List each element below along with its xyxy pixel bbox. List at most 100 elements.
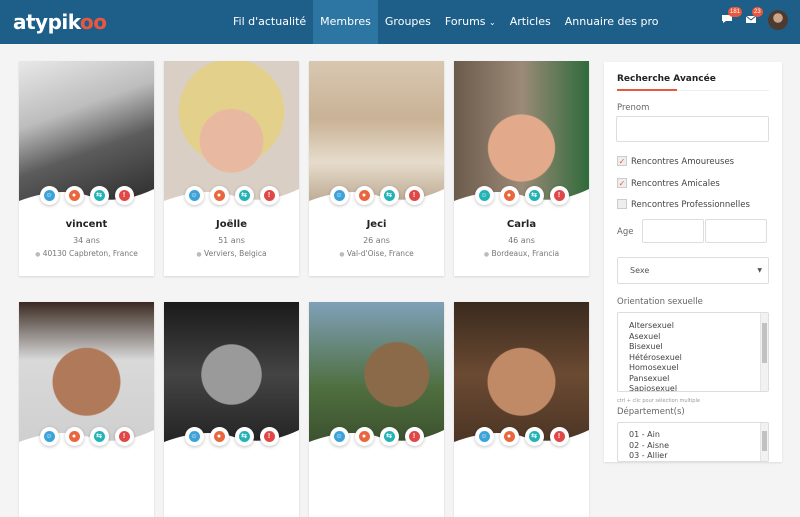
checkbox-amicales[interactable]: ✓ [617, 178, 627, 188]
alert-icon[interactable]: ! [549, 186, 569, 205]
list-option[interactable]: Homosexuel [618, 363, 768, 374]
scrollbar[interactable] [760, 423, 768, 461]
member-age: 34 ans [73, 236, 100, 245]
member-location: ● 40130 Capbreton, France [35, 249, 138, 258]
main-nav: Fil d'actualité Membres Groupes Forums ⌄… [226, 0, 666, 44]
chat-icon[interactable]: ● [354, 186, 374, 205]
prenom-input[interactable] [616, 116, 769, 142]
mail-icon[interactable]: 23 [744, 7, 763, 27]
smile-icon[interactable]: ☺ [184, 427, 204, 446]
departement-label: Département(s) [617, 407, 685, 417]
checkbox-amoureuses[interactable]: ✓ [617, 156, 627, 166]
user-avatar[interactable] [768, 10, 788, 30]
smile-icon[interactable]: ☺ [39, 186, 59, 205]
list-option[interactable]: Sapiosexuel [618, 384, 768, 391]
age-max-input[interactable] [705, 219, 767, 243]
header-icons: 181 23 [720, 7, 788, 30]
chat-icon[interactable]: ● [64, 427, 84, 446]
smile-icon[interactable]: ☺ [184, 186, 204, 205]
swap-icon[interactable]: ⇆ [524, 186, 544, 205]
title-underline [617, 89, 677, 91]
card-actions: ☺ ● ⇆ ! [309, 186, 444, 205]
alert-icon[interactable]: ! [259, 186, 279, 205]
list-option[interactable]: Altersexuel [618, 321, 768, 332]
member-card[interactable]: ☺ ● ⇆ ! Jeci 26 ans ● Val-d'Oise, France [309, 61, 444, 276]
member-age: 26 ans [363, 236, 390, 245]
smile-icon[interactable]: ☺ [474, 186, 494, 205]
chat-icon[interactable]: ● [354, 427, 374, 446]
scrollbar[interactable] [760, 313, 768, 391]
card-actions: ☺ ● ⇆ ! [309, 427, 444, 446]
card-actions: ☺ ● ⇆ ! [454, 427, 589, 446]
swap-icon[interactable]: ⇆ [379, 186, 399, 205]
list-option[interactable]: Asexuel [618, 332, 768, 343]
nav-fil-actualite[interactable]: Fil d'actualité [226, 0, 313, 44]
swap-icon[interactable]: ⇆ [89, 186, 109, 205]
alert-icon[interactable]: ! [114, 427, 134, 446]
swap-icon[interactable]: ⇆ [234, 186, 254, 205]
member-card[interactable]: ☺ ● ⇆ ! [164, 302, 299, 517]
alert-icon[interactable]: ! [549, 427, 569, 446]
alert-icon[interactable]: ! [259, 427, 279, 446]
smile-icon[interactable]: ☺ [329, 427, 349, 446]
nav-membres[interactable]: Membres [313, 0, 378, 44]
member-name[interactable]: Jeci [309, 219, 444, 230]
member-card[interactable]: ☺ ● ⇆ ! [309, 302, 444, 517]
members-grid: ☺ ● ⇆ ! vincent 34 ans ● 40130 Capbreton… [19, 61, 589, 517]
orientation-listbox[interactable]: Altersexuel Asexuel Bisexuel Hétérosexue… [617, 312, 769, 392]
swap-icon[interactable]: ⇆ [89, 427, 109, 446]
advanced-search-panel: Recherche Avancée Prenom ✓ Rencontres Am… [604, 62, 782, 462]
list-option[interactable]: 01 - Ain [618, 430, 768, 441]
member-age: 51 ans [218, 236, 245, 245]
swap-icon[interactable]: ⇆ [234, 427, 254, 446]
swap-icon[interactable]: ⇆ [379, 427, 399, 446]
chat-icon[interactable]: 181 [720, 7, 743, 27]
swap-icon[interactable]: ⇆ [524, 427, 544, 446]
list-option[interactable]: 03 - Allier [618, 451, 768, 461]
messages-badge: 181 [728, 7, 743, 17]
panel-title: Recherche Avancée [617, 74, 716, 84]
member-card[interactable]: ☺ ● ⇆ ! Carla 46 ans ● Bordeaux, Francia [454, 61, 589, 276]
smile-icon[interactable]: ☺ [39, 427, 59, 446]
checkbox-label: Rencontres Amicales [631, 179, 720, 189]
chevron-down-icon: ⌄ [489, 18, 496, 27]
chat-icon[interactable]: ● [209, 186, 229, 205]
member-card[interactable]: ☺ ● ⇆ ! vincent 34 ans ● 40130 Capbreton… [19, 61, 154, 276]
smile-icon[interactable]: ☺ [474, 427, 494, 446]
nav-annuaire[interactable]: Annuaire des pro [558, 0, 666, 44]
nav-articles[interactable]: Articles [503, 0, 558, 44]
member-location: ● Bordeaux, Francia [483, 249, 560, 258]
list-option[interactable]: 02 - Aisne [618, 441, 768, 452]
location-dot-icon: ● [483, 251, 490, 258]
member-name[interactable]: vincent [19, 219, 154, 230]
member-name[interactable]: Carla [454, 219, 589, 230]
chat-icon[interactable]: ● [499, 427, 519, 446]
card-actions: ☺ ● ⇆ ! [454, 186, 589, 205]
chat-icon[interactable]: ● [64, 186, 84, 205]
checkbox-professionnelles[interactable] [617, 199, 627, 209]
chat-icon[interactable]: ● [499, 186, 519, 205]
member-card[interactable]: ☺ ● ⇆ ! Joëlle 51 ans ● Verviers, Belgic… [164, 61, 299, 276]
alert-icon[interactable]: ! [114, 186, 134, 205]
dropdown-arrow-icon: ▼ [757, 267, 762, 274]
checkbox-label: Rencontres Professionnelles [631, 200, 750, 210]
member-card[interactable]: ☺ ● ⇆ ! [454, 302, 589, 517]
nav-forums[interactable]: Forums ⌄ [438, 0, 503, 44]
chat-icon[interactable]: ● [209, 427, 229, 446]
smile-icon[interactable]: ☺ [329, 186, 349, 205]
nav-groupes[interactable]: Groupes [378, 0, 438, 44]
sexe-select[interactable]: Sexe ▼ [617, 257, 769, 284]
age-min-input[interactable] [642, 219, 704, 243]
list-option[interactable]: Hétérosexuel [618, 353, 768, 364]
member-card[interactable]: ☺ ● ⇆ ! [19, 302, 154, 517]
card-actions: ☺ ● ⇆ ! [164, 186, 299, 205]
alert-icon[interactable]: ! [404, 186, 424, 205]
departement-listbox[interactable]: 01 - Ain 02 - Aisne 03 - Allier [617, 422, 769, 462]
location-dot-icon: ● [339, 251, 345, 258]
member-name[interactable]: Joëlle [164, 219, 299, 230]
site-logo[interactable]: atypikoo [13, 10, 107, 34]
card-actions: ☺ ● ⇆ ! [19, 427, 154, 446]
list-option[interactable]: Pansexuel [618, 374, 768, 385]
list-option[interactable]: Bisexuel [618, 342, 768, 353]
alert-icon[interactable]: ! [404, 427, 424, 446]
